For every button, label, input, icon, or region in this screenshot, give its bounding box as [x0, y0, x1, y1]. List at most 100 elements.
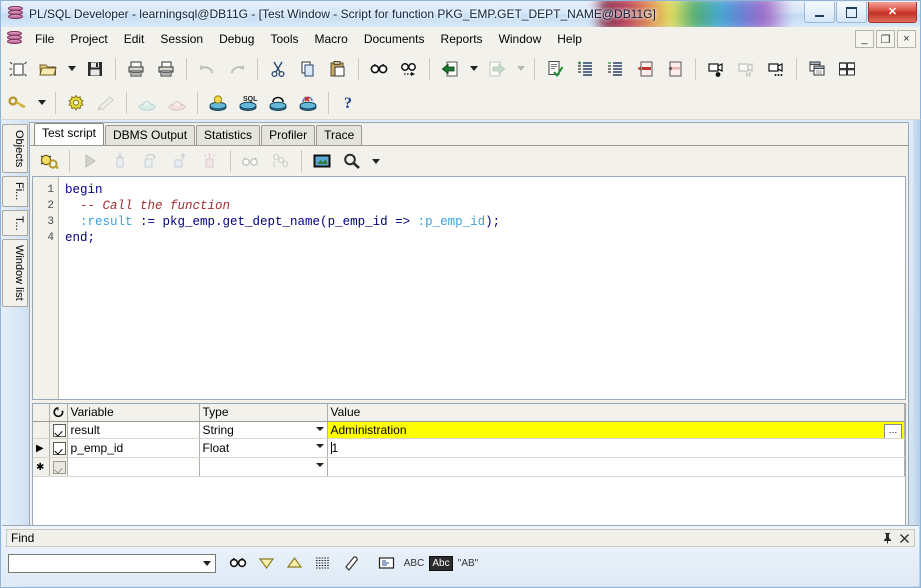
- table-row[interactable]: ✱: [33, 457, 905, 477]
- query-variable-dropdown-icon[interactable]: [368, 147, 383, 175]
- cell-value[interactable]: 1: [327, 438, 905, 458]
- menu-item-file[interactable]: File: [27, 29, 62, 49]
- grid-header-refresh-icon[interactable]: [49, 404, 68, 422]
- close-button[interactable]: ✕: [868, 2, 917, 23]
- unindent-icon[interactable]: [601, 55, 629, 83]
- mdi-restore-button[interactable]: ❐: [876, 30, 895, 48]
- cell-type-dropdown[interactable]: String: [199, 421, 328, 439]
- sidebar-tab-window-list[interactable]: Window list: [2, 239, 28, 307]
- row-checkbox[interactable]: [49, 457, 68, 477]
- row-indicator[interactable]: ✱: [33, 457, 50, 477]
- kill-session-icon[interactable]: [294, 89, 322, 117]
- search-input[interactable]: [8, 553, 216, 573]
- menu-item-edit[interactable]: Edit: [116, 29, 153, 49]
- cascade-windows-icon[interactable]: [803, 55, 831, 83]
- cell-value[interactable]: [327, 457, 905, 477]
- tab-dbms-output[interactable]: DBMS Output: [105, 125, 196, 145]
- tile-windows-icon[interactable]: [833, 55, 861, 83]
- restore-button[interactable]: [836, 2, 867, 23]
- menu-item-help[interactable]: Help: [549, 29, 590, 49]
- code-text[interactable]: begin -- Call the function :result := pk…: [59, 177, 905, 399]
- find-icon[interactable]: [225, 552, 251, 574]
- tab-trace[interactable]: Trace: [316, 125, 363, 145]
- menu-item-tools[interactable]: Tools: [262, 29, 306, 49]
- tab-statistics[interactable]: Statistics: [196, 125, 261, 145]
- new-icon[interactable]: [4, 55, 32, 83]
- cut-icon[interactable]: [264, 55, 292, 83]
- add-variable-icon[interactable]: [308, 147, 336, 175]
- value-editor-button[interactable]: …: [884, 423, 902, 438]
- check-syntax-icon[interactable]: [541, 55, 569, 83]
- code-editor[interactable]: 1 2 3 4 begin -- Call the function :resu…: [32, 176, 906, 400]
- minimize-button[interactable]: [804, 2, 835, 23]
- highlight-clear-icon[interactable]: [337, 552, 363, 574]
- execute-icon[interactable]: [204, 89, 232, 117]
- find-next-icon[interactable]: [395, 55, 423, 83]
- record-macro-icon[interactable]: [702, 55, 730, 83]
- find-icon[interactable]: [365, 55, 393, 83]
- sidebar-tab-templates[interactable]: T...: [2, 209, 28, 237]
- chevron-down-icon[interactable]: [315, 462, 324, 467]
- indent-icon[interactable]: [571, 55, 599, 83]
- mdi-minimize-button[interactable]: _: [855, 30, 874, 48]
- menu-item-debug[interactable]: Debug: [211, 29, 262, 49]
- grid-header-value[interactable]: Value: [327, 404, 905, 422]
- open-dropdown-icon[interactable]: [64, 55, 79, 83]
- chevron-down-icon[interactable]: [199, 555, 215, 572]
- previous-window-dropdown-icon[interactable]: [466, 55, 481, 83]
- start-debugger-icon[interactable]: [35, 147, 63, 175]
- comment-icon[interactable]: [631, 55, 659, 83]
- menu-item-reports[interactable]: Reports: [433, 29, 491, 49]
- cell-variable[interactable]: result: [67, 421, 200, 439]
- chevron-down-icon[interactable]: [315, 443, 324, 448]
- whole-word-icon[interactable]: Abc: [429, 555, 453, 571]
- paste-icon[interactable]: [324, 55, 352, 83]
- play-macro-icon[interactable]: [762, 55, 790, 83]
- sidebar-tab-files[interactable]: Fi...: [2, 176, 28, 207]
- find-all-icon[interactable]: [309, 552, 335, 574]
- find-previous-up-icon[interactable]: [281, 552, 307, 574]
- save-icon[interactable]: [81, 55, 109, 83]
- grid-header-variable[interactable]: Variable: [67, 404, 200, 422]
- chevron-down-icon[interactable]: [315, 426, 324, 431]
- cell-value[interactable]: Administration…: [327, 421, 905, 439]
- menu-item-project[interactable]: Project: [62, 29, 115, 49]
- preferences-icon[interactable]: [62, 89, 90, 117]
- regex-icon[interactable]: "AB": [455, 552, 481, 574]
- logon-icon[interactable]: [4, 89, 32, 117]
- close-icon[interactable]: [899, 533, 910, 544]
- copy-icon[interactable]: [294, 55, 322, 83]
- cell-variable[interactable]: [67, 457, 200, 477]
- menu-item-documents[interactable]: Documents: [356, 29, 433, 49]
- logon-dropdown-icon[interactable]: [34, 89, 49, 117]
- row-indicator[interactable]: ▶: [33, 438, 50, 458]
- pin-icon[interactable]: [882, 532, 893, 544]
- print-icon[interactable]: [122, 55, 150, 83]
- open-icon[interactable]: [34, 55, 62, 83]
- table-row[interactable]: result String Administration…: [33, 421, 905, 439]
- find-next-down-icon[interactable]: [253, 552, 279, 574]
- menu-item-session[interactable]: Session: [152, 29, 211, 49]
- row-checkbox[interactable]: [49, 438, 68, 458]
- tab-test-script[interactable]: Test script: [34, 123, 105, 145]
- find-in-list-icon[interactable]: [373, 552, 399, 574]
- match-case-icon[interactable]: ABC: [401, 552, 427, 574]
- row-indicator[interactable]: [33, 421, 50, 439]
- cell-variable[interactable]: p_emp_id: [67, 438, 200, 458]
- menu-item-window[interactable]: Window: [491, 29, 550, 49]
- query-variable-icon[interactable]: [338, 147, 366, 175]
- explain-plan-icon[interactable]: SQL: [234, 89, 262, 117]
- mdi-close-button[interactable]: ×: [897, 30, 916, 48]
- print-preview-icon[interactable]: [152, 55, 180, 83]
- tab-profiler[interactable]: Profiler: [261, 125, 316, 145]
- break-icon[interactable]: [264, 89, 292, 117]
- help-icon[interactable]: ?: [335, 89, 363, 117]
- row-checkbox[interactable]: [49, 421, 68, 439]
- sidebar-tab-objects[interactable]: Objects: [2, 124, 28, 174]
- uncomment-icon[interactable]: [661, 55, 689, 83]
- menu-item-macro[interactable]: Macro: [306, 29, 355, 49]
- grid-header-type[interactable]: Type: [199, 404, 328, 422]
- cell-type-dropdown[interactable]: Float: [199, 438, 328, 458]
- cell-type-dropdown[interactable]: [199, 457, 328, 477]
- table-row[interactable]: ▶ p_emp_id Float 1: [33, 438, 905, 458]
